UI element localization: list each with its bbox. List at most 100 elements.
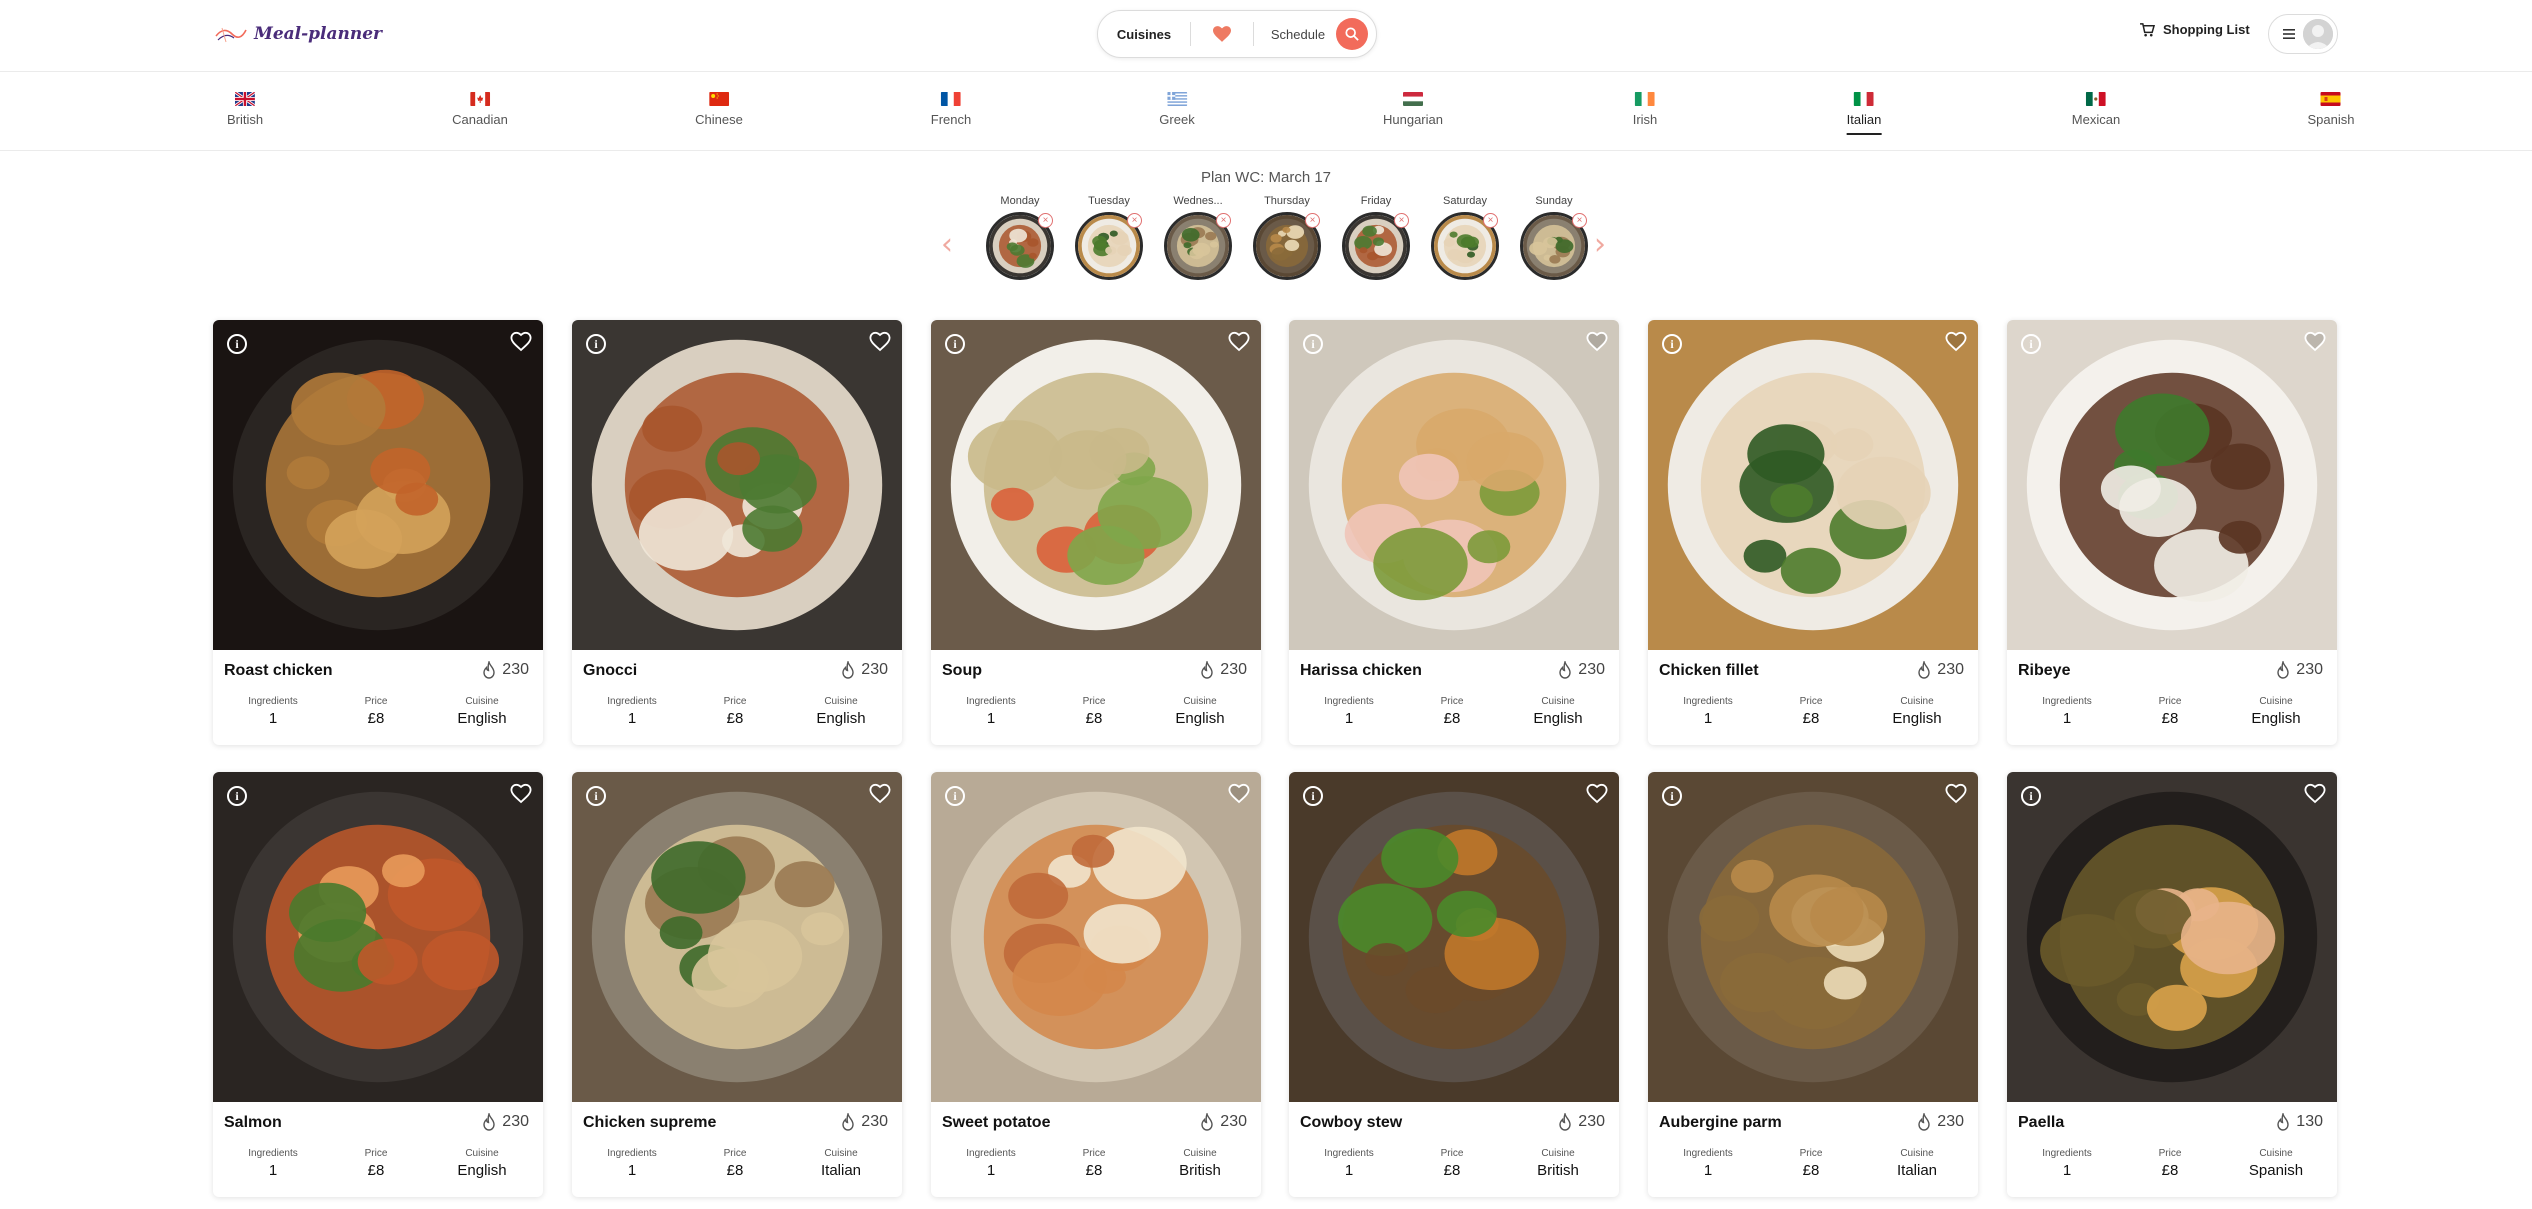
cuisine-tab-mexican[interactable]: Mexican <box>2072 92 2120 135</box>
ingredients-meta: Ingredients 1 <box>2017 1148 2117 1179</box>
favourite-heart-icon[interactable] <box>1227 782 1251 806</box>
remove-meal-icon[interactable]: × <box>1038 213 1053 228</box>
price-meta: Price £8 <box>1044 696 1144 727</box>
plan-day-meal[interactable]: × <box>986 212 1054 280</box>
recipe-image <box>2007 772 2337 1103</box>
cuisine-value: Italian <box>820 1162 862 1179</box>
plan-day: Wednes... × <box>1162 195 1234 280</box>
ingredients-meta: Ingredients 1 <box>1658 696 1758 727</box>
recipe-calories: 130 <box>2276 1113 2323 1131</box>
remove-meal-icon[interactable]: × <box>1216 213 1231 228</box>
recipe-card[interactable]: i Gnocci 230 Ingredients 1 Price £8 Cuis… <box>572 320 902 745</box>
favourite-heart-icon[interactable] <box>868 330 892 354</box>
cuisine-tab-french[interactable]: French <box>931 92 971 135</box>
remove-meal-icon[interactable]: × <box>1572 213 1587 228</box>
shopping-list-button[interactable]: Shopping List <box>2140 22 2250 37</box>
recipe-image <box>213 320 543 651</box>
plan-day-meal[interactable]: × <box>1164 212 1232 280</box>
price-value: £8 <box>2161 1162 2179 1179</box>
recipe-card[interactable]: i Cowboy stew 230 Ingredients 1 Price £8… <box>1289 772 1619 1197</box>
cuisine-tab-british[interactable]: British <box>227 92 263 135</box>
cuisine-value: English <box>457 1162 507 1179</box>
info-icon[interactable]: i <box>2021 334 2041 354</box>
favourite-heart-icon[interactable] <box>1227 330 1251 354</box>
info-icon[interactable]: i <box>945 334 965 354</box>
favourites-filter-button[interactable] <box>1191 26 1253 42</box>
remove-meal-icon[interactable]: × <box>1127 213 1142 228</box>
search-button[interactable] <box>1336 18 1368 50</box>
recipe-card[interactable]: i Sweet potatoe 230 Ingredients 1 Price … <box>931 772 1261 1197</box>
info-icon[interactable]: i <box>227 334 247 354</box>
favourite-heart-icon[interactable] <box>1585 330 1609 354</box>
recipe-card[interactable]: i Paella 130 Ingredients 1 Price £8 Cuis… <box>2007 772 2337 1197</box>
info-icon[interactable]: i <box>1303 334 1323 354</box>
plan-day-meal[interactable]: × <box>1520 212 1588 280</box>
info-icon[interactable]: i <box>1662 786 1682 806</box>
remove-meal-icon[interactable]: × <box>1305 213 1320 228</box>
favourite-heart-icon[interactable] <box>1944 782 1968 806</box>
plan-day-label: Monday <box>1000 195 1040 207</box>
price-label: Price <box>2158 696 2182 707</box>
info-icon[interactable]: i <box>1662 334 1682 354</box>
info-icon[interactable]: i <box>586 334 606 354</box>
favourite-heart-icon[interactable] <box>1944 330 1968 354</box>
remove-meal-icon[interactable]: × <box>1394 213 1409 228</box>
recipe-card[interactable]: i Chicken supreme 230 Ingredients 1 Pric… <box>572 772 902 1197</box>
price-value: £8 <box>2161 710 2179 727</box>
price-label: Price <box>723 1148 747 1159</box>
recipe-card[interactable]: i Chicken fillet 230 Ingredients 1 Price… <box>1648 320 1978 745</box>
cuisine-tab-greek[interactable]: Greek <box>1159 92 1195 135</box>
info-icon[interactable]: i <box>586 786 606 806</box>
cuisine-label: Cuisine <box>1900 1148 1934 1159</box>
cuisine-meta: Cuisine British <box>1150 1148 1250 1179</box>
schedule-filter-button[interactable]: Schedule <box>1254 27 1336 42</box>
recipe-card[interactable]: i Soup 230 Ingredients 1 Price £8 Cuisin… <box>931 320 1261 745</box>
plan-day-meal[interactable]: × <box>1431 212 1499 280</box>
plan-day-meal[interactable]: × <box>1075 212 1143 280</box>
plan-day-meal[interactable]: × <box>1253 212 1321 280</box>
price-label: Price <box>1799 696 1823 707</box>
recipe-card[interactable]: i Salmon 230 Ingredients 1 Price £8 Cuis… <box>213 772 543 1197</box>
cuisine-tab-irish[interactable]: Irish <box>1633 92 1657 135</box>
cuisines-filter-button[interactable]: Cuisines <box>1098 27 1190 42</box>
cuisine-tab-label: Chinese <box>695 112 743 127</box>
recipe-calories: 230 <box>1200 661 1247 679</box>
info-icon[interactable]: i <box>1303 786 1323 806</box>
cuisine-tab-canadian[interactable]: Canadian <box>452 92 508 135</box>
flame-icon <box>483 661 495 679</box>
favourite-heart-icon[interactable] <box>509 330 533 354</box>
cuisine-tab-chinese[interactable]: Chinese <box>695 92 743 135</box>
favourite-heart-icon[interactable] <box>2303 782 2327 806</box>
price-meta: Price £8 <box>1761 1148 1861 1179</box>
user-menu-button[interactable] <box>2268 14 2338 54</box>
remove-meal-icon[interactable]: × <box>1483 213 1498 228</box>
ingredients-label: Ingredients <box>1683 1148 1733 1159</box>
cuisine-tab-label: Hungarian <box>1383 112 1443 127</box>
recipe-image <box>572 320 902 651</box>
info-icon[interactable]: i <box>2021 786 2041 806</box>
cuisine-meta: Cuisine English <box>1150 696 1250 727</box>
plan-day-meal[interactable]: × <box>1342 212 1410 280</box>
cuisine-tab-italian[interactable]: Italian <box>1846 92 1882 135</box>
search-icon <box>1345 27 1359 41</box>
cuisine-tab-spanish[interactable]: Spanish <box>2308 92 2354 135</box>
favourite-heart-icon[interactable] <box>509 782 533 806</box>
app-logo[interactable]: Meal-planner <box>214 14 382 54</box>
recipe-card[interactable]: i Roast chicken 230 Ingredients 1 Price … <box>213 320 543 745</box>
ingredients-value: 1 <box>2062 1162 2072 1179</box>
recipe-calories: 230 <box>841 1113 888 1131</box>
recipe-image <box>572 772 902 1103</box>
price-label: Price <box>364 1148 388 1159</box>
plan-day: Sunday × <box>1518 195 1590 280</box>
recipe-calories: 230 <box>482 1113 529 1131</box>
favourite-heart-icon[interactable] <box>868 782 892 806</box>
recipe-card[interactable]: i Ribeye 230 Ingredients 1 Price £8 Cuis… <box>2007 320 2337 745</box>
price-label: Price <box>1799 1148 1823 1159</box>
info-icon[interactable]: i <box>945 786 965 806</box>
favourite-heart-icon[interactable] <box>1585 782 1609 806</box>
recipe-card[interactable]: i Aubergine parm 230 Ingredients 1 Price… <box>1648 772 1978 1197</box>
cuisine-tab-hungarian[interactable]: Hungarian <box>1383 92 1443 135</box>
info-icon[interactable]: i <box>227 786 247 806</box>
recipe-card[interactable]: i Harissa chicken 230 Ingredients 1 Pric… <box>1289 320 1619 745</box>
favourite-heart-icon[interactable] <box>2303 330 2327 354</box>
